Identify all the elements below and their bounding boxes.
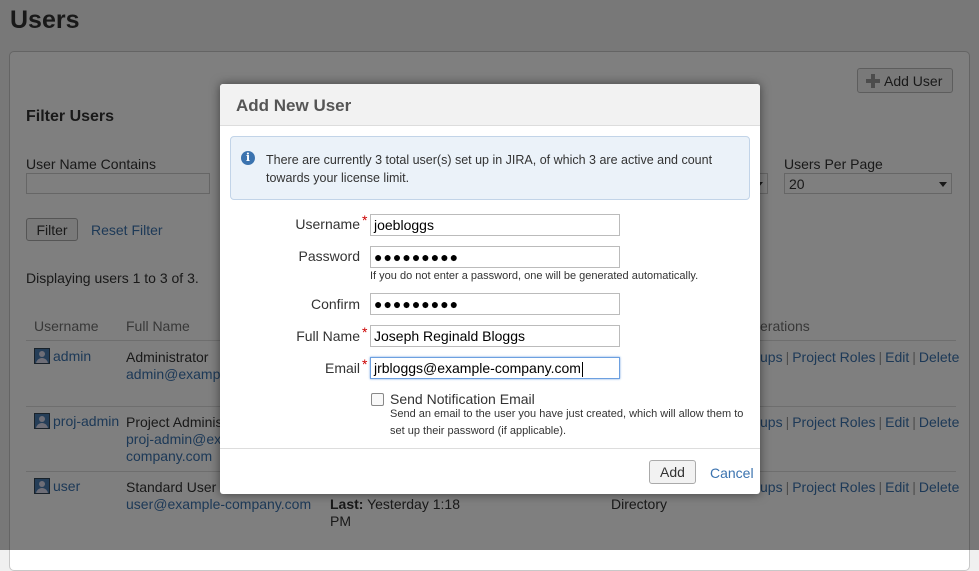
password-hint: If you do not enter a password, one will… <box>370 270 699 282</box>
password-input[interactable]: ●●●●●●●●● <box>370 246 620 268</box>
send-notification-hint: Send an email to the user you have just … <box>390 408 744 420</box>
email-input[interactable]: jrbloggs@example-company.com <box>370 357 620 379</box>
add-button[interactable]: Add <box>649 460 696 484</box>
confirm-password-input[interactable]: ●●●●●●●●● <box>370 293 620 315</box>
confirm-masked-value: ●●●●●●●●● <box>374 296 460 312</box>
license-info-text: There are currently 3 total user(s) set … <box>266 153 713 185</box>
full-name-input[interactable]: Joseph Reginald Bloggs <box>370 325 620 347</box>
required-marker: * <box>362 356 368 372</box>
add-user-dialog: Add New User i There are currently 3 tot… <box>220 84 760 494</box>
send-notification-label[interactable]: Send Notification Email <box>390 391 535 407</box>
email-label: Email <box>324 360 360 376</box>
cancel-link[interactable]: Cancel <box>710 465 754 481</box>
dialog-title: Add New User <box>236 96 352 115</box>
required-marker: * <box>362 212 368 228</box>
password-label: Password <box>298 248 360 264</box>
send-notification-checkbox[interactable] <box>371 393 384 406</box>
required-marker: * <box>362 324 368 340</box>
username-label: Username <box>295 216 360 232</box>
password-masked-value: ●●●●●●●●● <box>374 249 460 265</box>
username-input[interactable]: joebloggs <box>370 214 620 236</box>
text-cursor <box>581 361 583 377</box>
info-icon: i <box>241 151 255 165</box>
confirm-label: Confirm <box>310 296 360 312</box>
dialog-header: Add New User <box>220 84 760 126</box>
license-info-message: i There are currently 3 total user(s) se… <box>230 136 750 200</box>
full-name-value: Joseph Reginald Bloggs <box>374 328 525 344</box>
email-value: jrbloggs@example-company.com <box>374 360 581 376</box>
full-name-label: Full Name <box>296 328 360 344</box>
send-notification-hint-continued: set up their password (if applicable). <box>390 425 567 437</box>
dialog-footer-divider <box>220 448 760 449</box>
username-value: joebloggs <box>374 217 434 233</box>
